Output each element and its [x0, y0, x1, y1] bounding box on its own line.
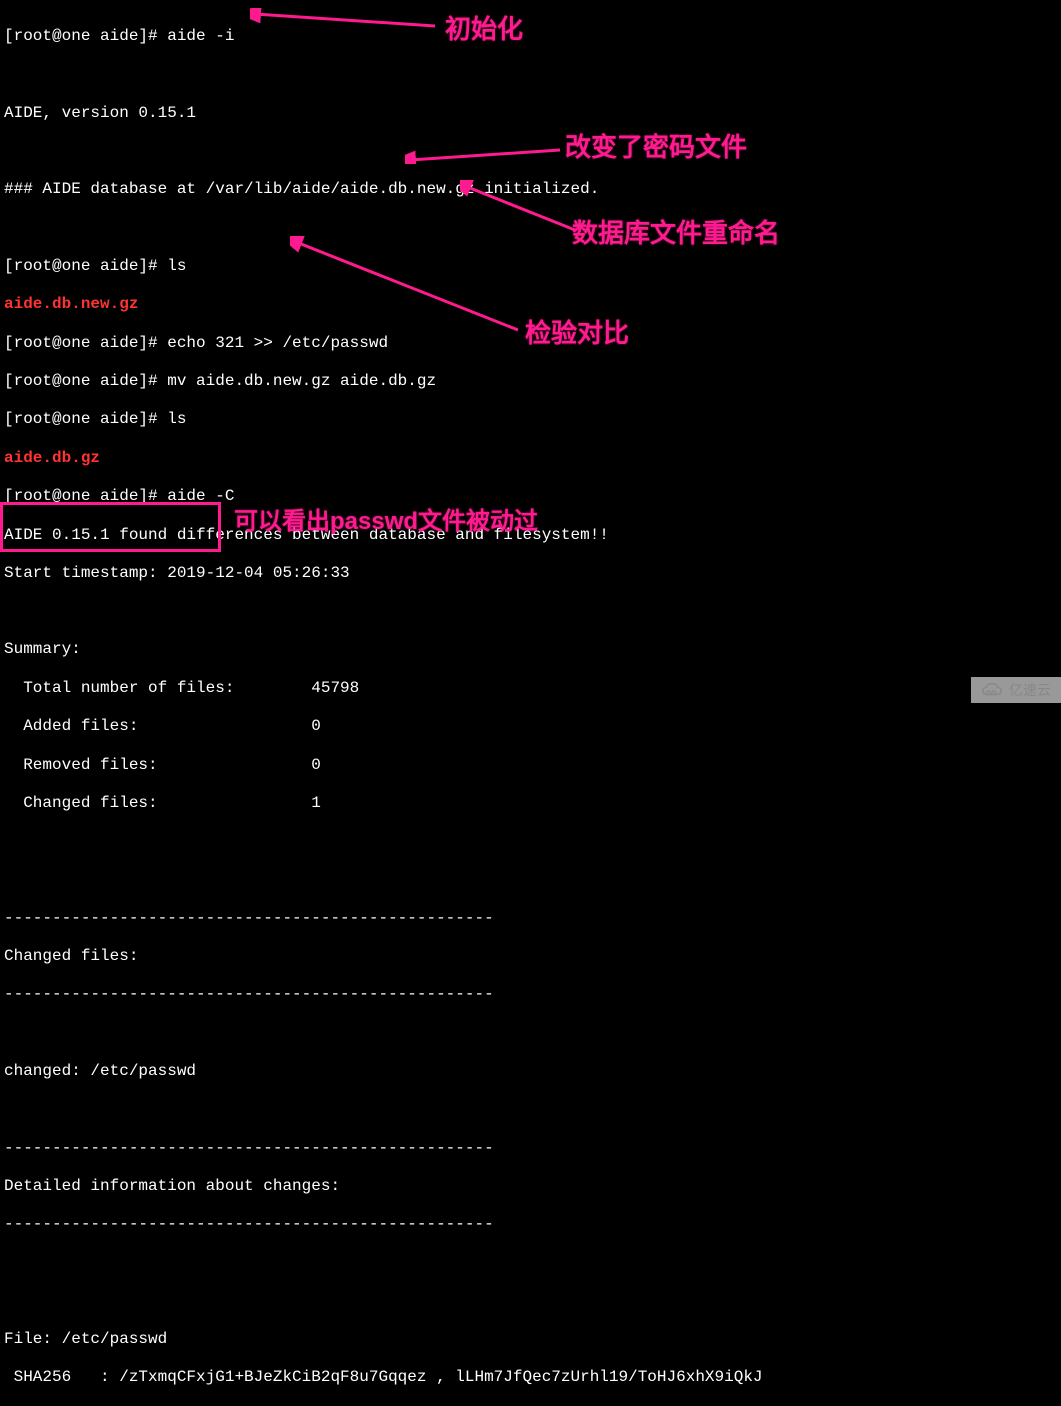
terminal-line [4, 871, 1057, 890]
shell-prompt: [root@one aide]# [4, 27, 158, 45]
terminal-line: ----------------------------------------… [4, 909, 1057, 928]
terminal-line: SHA256 : /zTxmqCFxjG1+BJeZkCiB2qF8u7Gqqe… [4, 1368, 1057, 1387]
terminal-line: Summary: [4, 640, 1057, 659]
file-listing: aide.db.new.gz [4, 295, 1057, 314]
shell-prompt: [root@one aide]# [4, 334, 158, 352]
command: aide -i [158, 27, 235, 45]
terminal-line: Changed files: [4, 947, 1057, 966]
terminal-line: Total number of files: 45798 [4, 679, 1057, 698]
terminal-line [4, 219, 1057, 238]
terminal-line: Removed files: 0 [4, 756, 1057, 775]
command: ls [158, 257, 187, 275]
highlight-box-changed [0, 502, 221, 552]
terminal-line: Start timestamp: 2019-12-04 05:26:33 [4, 564, 1057, 583]
terminal-line: ----------------------------------------… [4, 1215, 1057, 1234]
terminal-line: ----------------------------------------… [4, 985, 1057, 1004]
file-listing: aide.db.gz [4, 449, 1057, 468]
cloud-icon [981, 681, 1003, 699]
terminal-line [4, 66, 1057, 85]
command: mv aide.db.new.gz aide.db.gz [158, 372, 436, 390]
annotation-check: 检验对比 [525, 318, 629, 349]
terminal-line: [root@one aide]# aide -i [4, 27, 1057, 46]
terminal-line: ### AIDE database at /var/lib/aide/aide.… [4, 180, 1057, 199]
command: ls [158, 410, 187, 428]
shell-prompt: [root@one aide]# [4, 372, 158, 390]
terminal-line: [root@one aide]# ls [4, 257, 1057, 276]
terminal-line: [root@one aide]# mv aide.db.new.gz aide.… [4, 372, 1057, 391]
terminal-line: File: /etc/passwd [4, 1330, 1057, 1349]
annotation-db-rename: 数据库文件重命名 [572, 218, 780, 249]
terminal-line: [root@one aide]# ls [4, 410, 1057, 429]
terminal-line: Detailed information about changes: [4, 1177, 1057, 1196]
terminal-line: Added files: 0 [4, 717, 1057, 736]
terminal-line [4, 142, 1057, 161]
terminal-line [4, 832, 1057, 851]
terminal-line [4, 1254, 1057, 1273]
shell-prompt: [root@one aide]# [4, 257, 158, 275]
watermark-text: 亿速云 [1009, 682, 1051, 699]
watermark: 亿速云 [971, 677, 1061, 703]
annotation-init: 初始化 [445, 14, 523, 45]
annotation-passwd-changed: 可以看出passwd文件被动过 [234, 506, 594, 537]
terminal-line [4, 1292, 1057, 1311]
command: echo 321 >> /etc/passwd [158, 334, 388, 352]
terminal-output: [root@one aide]# aide -i AIDE, version 0… [0, 0, 1061, 1406]
shell-prompt: [root@one aide]# [4, 410, 158, 428]
annotation-passwd-change: 改变了密码文件 [565, 132, 747, 163]
terminal-line [4, 1100, 1057, 1119]
terminal-line: AIDE, version 0.15.1 [4, 104, 1057, 123]
terminal-line: ----------------------------------------… [4, 1139, 1057, 1158]
terminal-line: Changed files: 1 [4, 794, 1057, 813]
terminal-line [4, 1024, 1057, 1043]
terminal-line [4, 602, 1057, 621]
terminal-line: changed: /etc/passwd [4, 1062, 1057, 1081]
